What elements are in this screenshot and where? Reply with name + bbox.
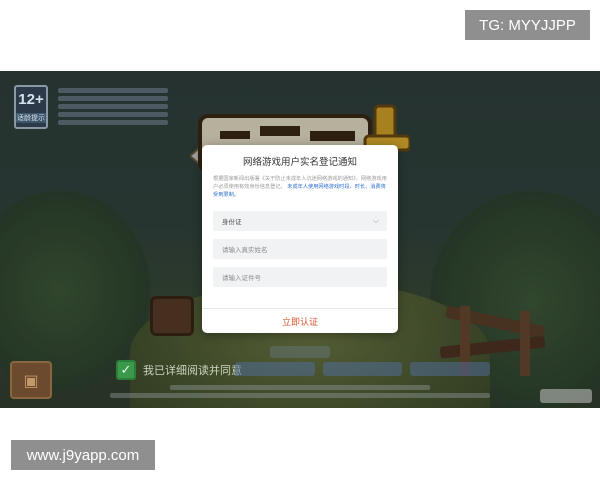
start-game-hint [270, 346, 330, 358]
watermark-bottom: www.j9yapp.com [11, 440, 155, 470]
agreement-link[interactable] [235, 362, 315, 376]
announcement-button[interactable]: ▣ [10, 361, 52, 399]
id-number-placeholder: 请输入证件号 [222, 274, 261, 282]
age-rating-badge: 12+ 适龄提示 [14, 85, 48, 129]
footer-version [540, 389, 592, 403]
footer-legal-text [100, 382, 500, 401]
chevron-down-icon: ⌵ [372, 216, 379, 225]
id-type-value: 身份证 [222, 218, 242, 226]
watermark-top: TG: MYYJJPP [465, 10, 590, 40]
real-name-placeholder: 请输入真实姓名 [222, 246, 268, 254]
verify-now-button[interactable]: 立即认证 [202, 309, 398, 333]
age-rating-number: 12+ [18, 91, 44, 108]
agreement-links[interactable] [235, 362, 491, 376]
check-icon: ✓ [120, 362, 132, 378]
agreement-text: 我已详细阅读并同意 [143, 364, 242, 377]
agreement-checkbox[interactable]: ✓ [116, 360, 136, 380]
dialog-description: 根据国家新闻出版署《关于防止未成年人沉迷网络游戏的通知》，网络游戏用户必须使用有… [213, 175, 387, 199]
dialog-title: 网络游戏用户实名登记通知 [242, 157, 357, 168]
real-name-dialog: 网络游戏用户实名登记通知 根据国家新闻出版署《关于防止未成年人沉迷网络游戏的通知… [202, 145, 398, 333]
id-number-input[interactable]: 请输入证件号 [213, 267, 387, 287]
age-rating-label: 适龄提示 [16, 113, 46, 123]
id-type-select[interactable]: 身份证 ⌵ [213, 211, 387, 231]
age-rating-notice [58, 85, 168, 128]
announcement-icon: ▣ [23, 370, 39, 390]
real-name-input[interactable]: 请输入真实姓名 [213, 239, 387, 259]
agreement-link[interactable] [410, 362, 491, 376]
agreement-link[interactable] [322, 362, 403, 376]
